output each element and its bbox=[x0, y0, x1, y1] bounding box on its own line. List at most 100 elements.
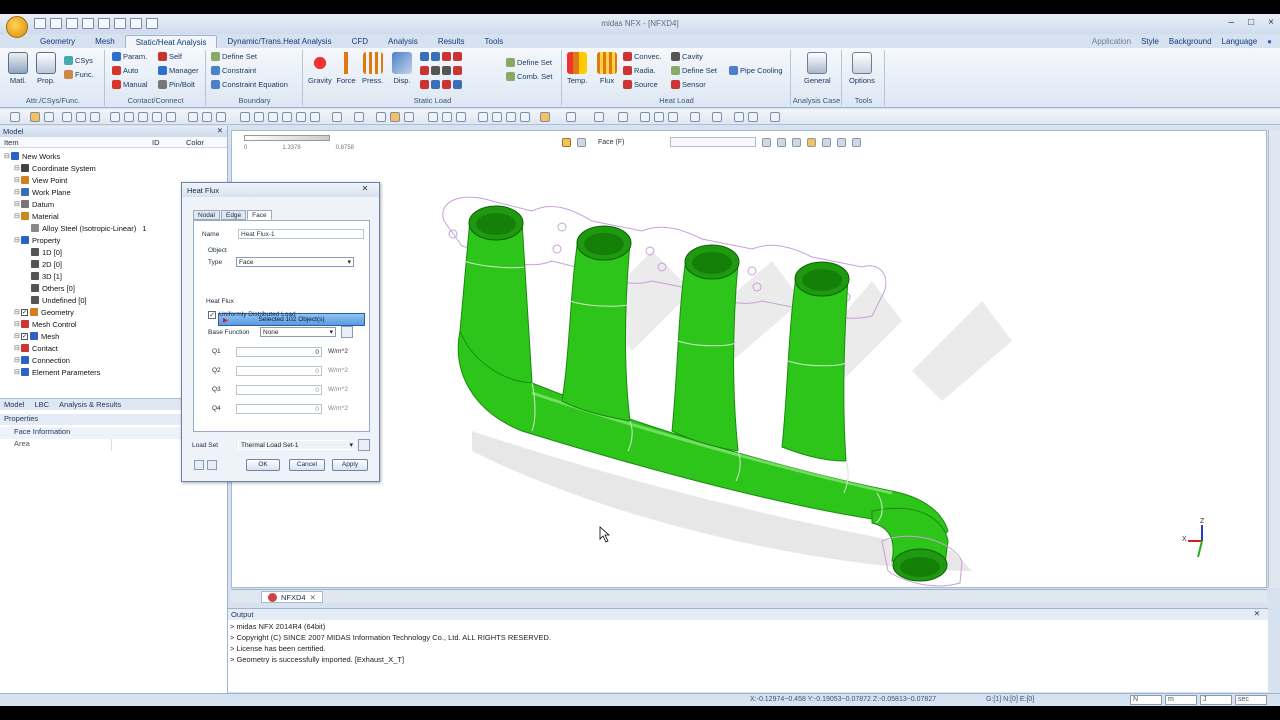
auto-button[interactable]: Auto bbox=[112, 66, 138, 75]
wire-icon[interactable] bbox=[404, 112, 414, 122]
tool-icon-e[interactable] bbox=[420, 66, 429, 75]
view-back-icon[interactable] bbox=[296, 112, 306, 122]
view-top-icon[interactable] bbox=[240, 112, 250, 122]
source-button[interactable]: Source bbox=[623, 80, 658, 89]
constraint-equation-button[interactable]: Constraint Equation bbox=[211, 80, 288, 89]
material-button[interactable]: Matl. bbox=[8, 52, 28, 85]
tool-icon-f[interactable] bbox=[431, 66, 440, 75]
cancel-button[interactable]: Cancel bbox=[289, 459, 325, 471]
expand-icon[interactable]: ⊟ bbox=[14, 356, 20, 364]
output-close-icon[interactable]: ✕ bbox=[1254, 609, 1260, 618]
tree-item[interactable]: ⊟ Contact bbox=[14, 342, 58, 354]
q-input[interactable]: 0 bbox=[236, 385, 322, 395]
energy-unit-select[interactable]: J bbox=[1200, 695, 1232, 705]
tool-icon-b[interactable] bbox=[431, 52, 440, 61]
dialog-tool-icon-2[interactable] bbox=[207, 460, 217, 470]
tab-nodal[interactable]: Nodal bbox=[193, 210, 220, 220]
tree-item[interactable]: ⊟ Property bbox=[14, 234, 60, 246]
query-icon[interactable] bbox=[690, 112, 700, 122]
tree-item[interactable]: ⊟ Connection bbox=[14, 354, 70, 366]
tab-mesh[interactable]: Mesh bbox=[85, 35, 125, 48]
tab-analysis-results[interactable]: Analysis & Results bbox=[59, 400, 121, 409]
expand-icon[interactable]: ⊟ bbox=[14, 368, 20, 376]
show-all-icon[interactable] bbox=[456, 112, 466, 122]
tool-icon-g[interactable] bbox=[442, 66, 451, 75]
function-editor-icon[interactable] bbox=[341, 326, 353, 338]
tool-icon-a[interactable] bbox=[420, 52, 429, 61]
column-id[interactable]: ID bbox=[152, 138, 160, 147]
expand-icon[interactable]: ⊟ bbox=[14, 188, 20, 196]
column-color[interactable]: Color bbox=[186, 138, 204, 147]
base-function-select[interactable]: None bbox=[260, 327, 336, 337]
grid-icon[interactable] bbox=[594, 112, 604, 122]
export-image-icon[interactable] bbox=[748, 112, 758, 122]
pan-icon[interactable] bbox=[166, 112, 176, 122]
arrow-icon[interactable] bbox=[770, 112, 780, 122]
label-icon[interactable] bbox=[506, 112, 516, 122]
displacement-button[interactable]: Disp. bbox=[392, 52, 412, 85]
temperature-button[interactable]: Temp. bbox=[567, 52, 587, 85]
tab-cfd[interactable]: CFD bbox=[342, 35, 378, 48]
image-icon[interactable] bbox=[734, 112, 744, 122]
layer-icon[interactable] bbox=[712, 112, 722, 122]
clip-icon[interactable] bbox=[478, 112, 488, 122]
highlight-icon[interactable] bbox=[540, 112, 550, 122]
tool-icon-i[interactable] bbox=[420, 80, 429, 89]
filter-icon[interactable] bbox=[44, 112, 54, 122]
application-menu[interactable]: Application bbox=[1092, 37, 1131, 46]
language-menu[interactable]: Language bbox=[1222, 37, 1258, 46]
background-menu[interactable]: Background bbox=[1169, 37, 1212, 46]
expand-icon[interactable]: ⊟ bbox=[4, 152, 10, 160]
tree-item[interactable]: 1D [0] bbox=[24, 246, 62, 258]
expand-icon[interactable]: ⊟ bbox=[14, 212, 20, 220]
manager-button[interactable]: Manager bbox=[158, 66, 199, 75]
fit-icon[interactable] bbox=[110, 112, 120, 122]
view-side-icon[interactable] bbox=[310, 112, 320, 122]
radiation-button[interactable]: Radia. bbox=[623, 66, 656, 75]
tab-edge[interactable]: Edge bbox=[220, 210, 247, 220]
q-input[interactable]: 0 bbox=[236, 347, 322, 357]
visibility-checkbox[interactable]: ✓ bbox=[21, 308, 28, 316]
param-button[interactable]: Param. bbox=[112, 52, 147, 61]
tab-dynamic-trans-heat-analysis[interactable]: Dynamic/Trans.Heat Analysis bbox=[217, 35, 341, 48]
tree-item[interactable]: ⊟ View Point bbox=[14, 174, 67, 186]
column-item[interactable]: Item bbox=[4, 138, 19, 147]
paste-icon[interactable] bbox=[654, 112, 664, 122]
pin-bolt-button[interactable]: Pin/Bolt bbox=[158, 80, 195, 89]
tab-model[interactable]: Model bbox=[4, 400, 24, 409]
load-set-select[interactable]: Thermal Load Set-1 bbox=[238, 440, 356, 450]
tool-icon-h[interactable] bbox=[453, 66, 462, 75]
q-input[interactable]: 0 bbox=[236, 366, 322, 376]
tree-item[interactable]: ⊟ Coordinate System bbox=[14, 162, 96, 174]
func-button[interactable]: Func. bbox=[64, 70, 94, 79]
view-front-icon[interactable] bbox=[202, 112, 212, 122]
convection-button[interactable]: Convec. bbox=[623, 52, 662, 61]
csys-button[interactable]: CSys bbox=[64, 56, 93, 65]
expand-icon[interactable]: ⊟ bbox=[14, 164, 20, 172]
cavity-button[interactable]: Cavity bbox=[671, 52, 703, 61]
comb-set-button[interactable]: Comb. Set bbox=[506, 72, 552, 81]
tab-lbc[interactable]: LBC bbox=[34, 400, 49, 409]
close-window-button[interactable]: × bbox=[1268, 17, 1274, 28]
name-input[interactable]: Heat Flux-1 bbox=[238, 229, 364, 239]
ok-button[interactable]: OK bbox=[246, 459, 280, 471]
shade-icon[interactable] bbox=[332, 112, 342, 122]
minimize-button[interactable]: – bbox=[1229, 17, 1235, 28]
property-button[interactable]: Prop. bbox=[36, 52, 56, 85]
snap-icon[interactable] bbox=[618, 112, 628, 122]
view-bottom-icon[interactable] bbox=[254, 112, 264, 122]
view-axis-icon[interactable] bbox=[216, 112, 226, 122]
uniform-load-checkbox[interactable]: ✓ bbox=[208, 311, 216, 319]
tree-item[interactable]: ⊟ New Works bbox=[4, 150, 60, 162]
gravity-button[interactable]: Gravity bbox=[308, 52, 332, 85]
tab-tools[interactable]: Tools bbox=[475, 35, 514, 48]
exhaust-manifold-model[interactable] bbox=[232, 131, 1267, 588]
tree-item[interactable]: Alloy Steel (Isotropic-Linear) 1 bbox=[24, 222, 146, 234]
length-unit-select[interactable]: m bbox=[1165, 695, 1197, 705]
expand-icon[interactable]: ⊟ bbox=[14, 344, 20, 352]
dialog-tool-icon-1[interactable] bbox=[194, 460, 204, 470]
expand-icon[interactable]: ⊟ bbox=[14, 200, 20, 208]
force-button[interactable]: Force bbox=[336, 52, 356, 85]
static-define-set-button[interactable]: Define Set bbox=[506, 58, 552, 67]
self-button[interactable]: Self bbox=[158, 52, 182, 61]
